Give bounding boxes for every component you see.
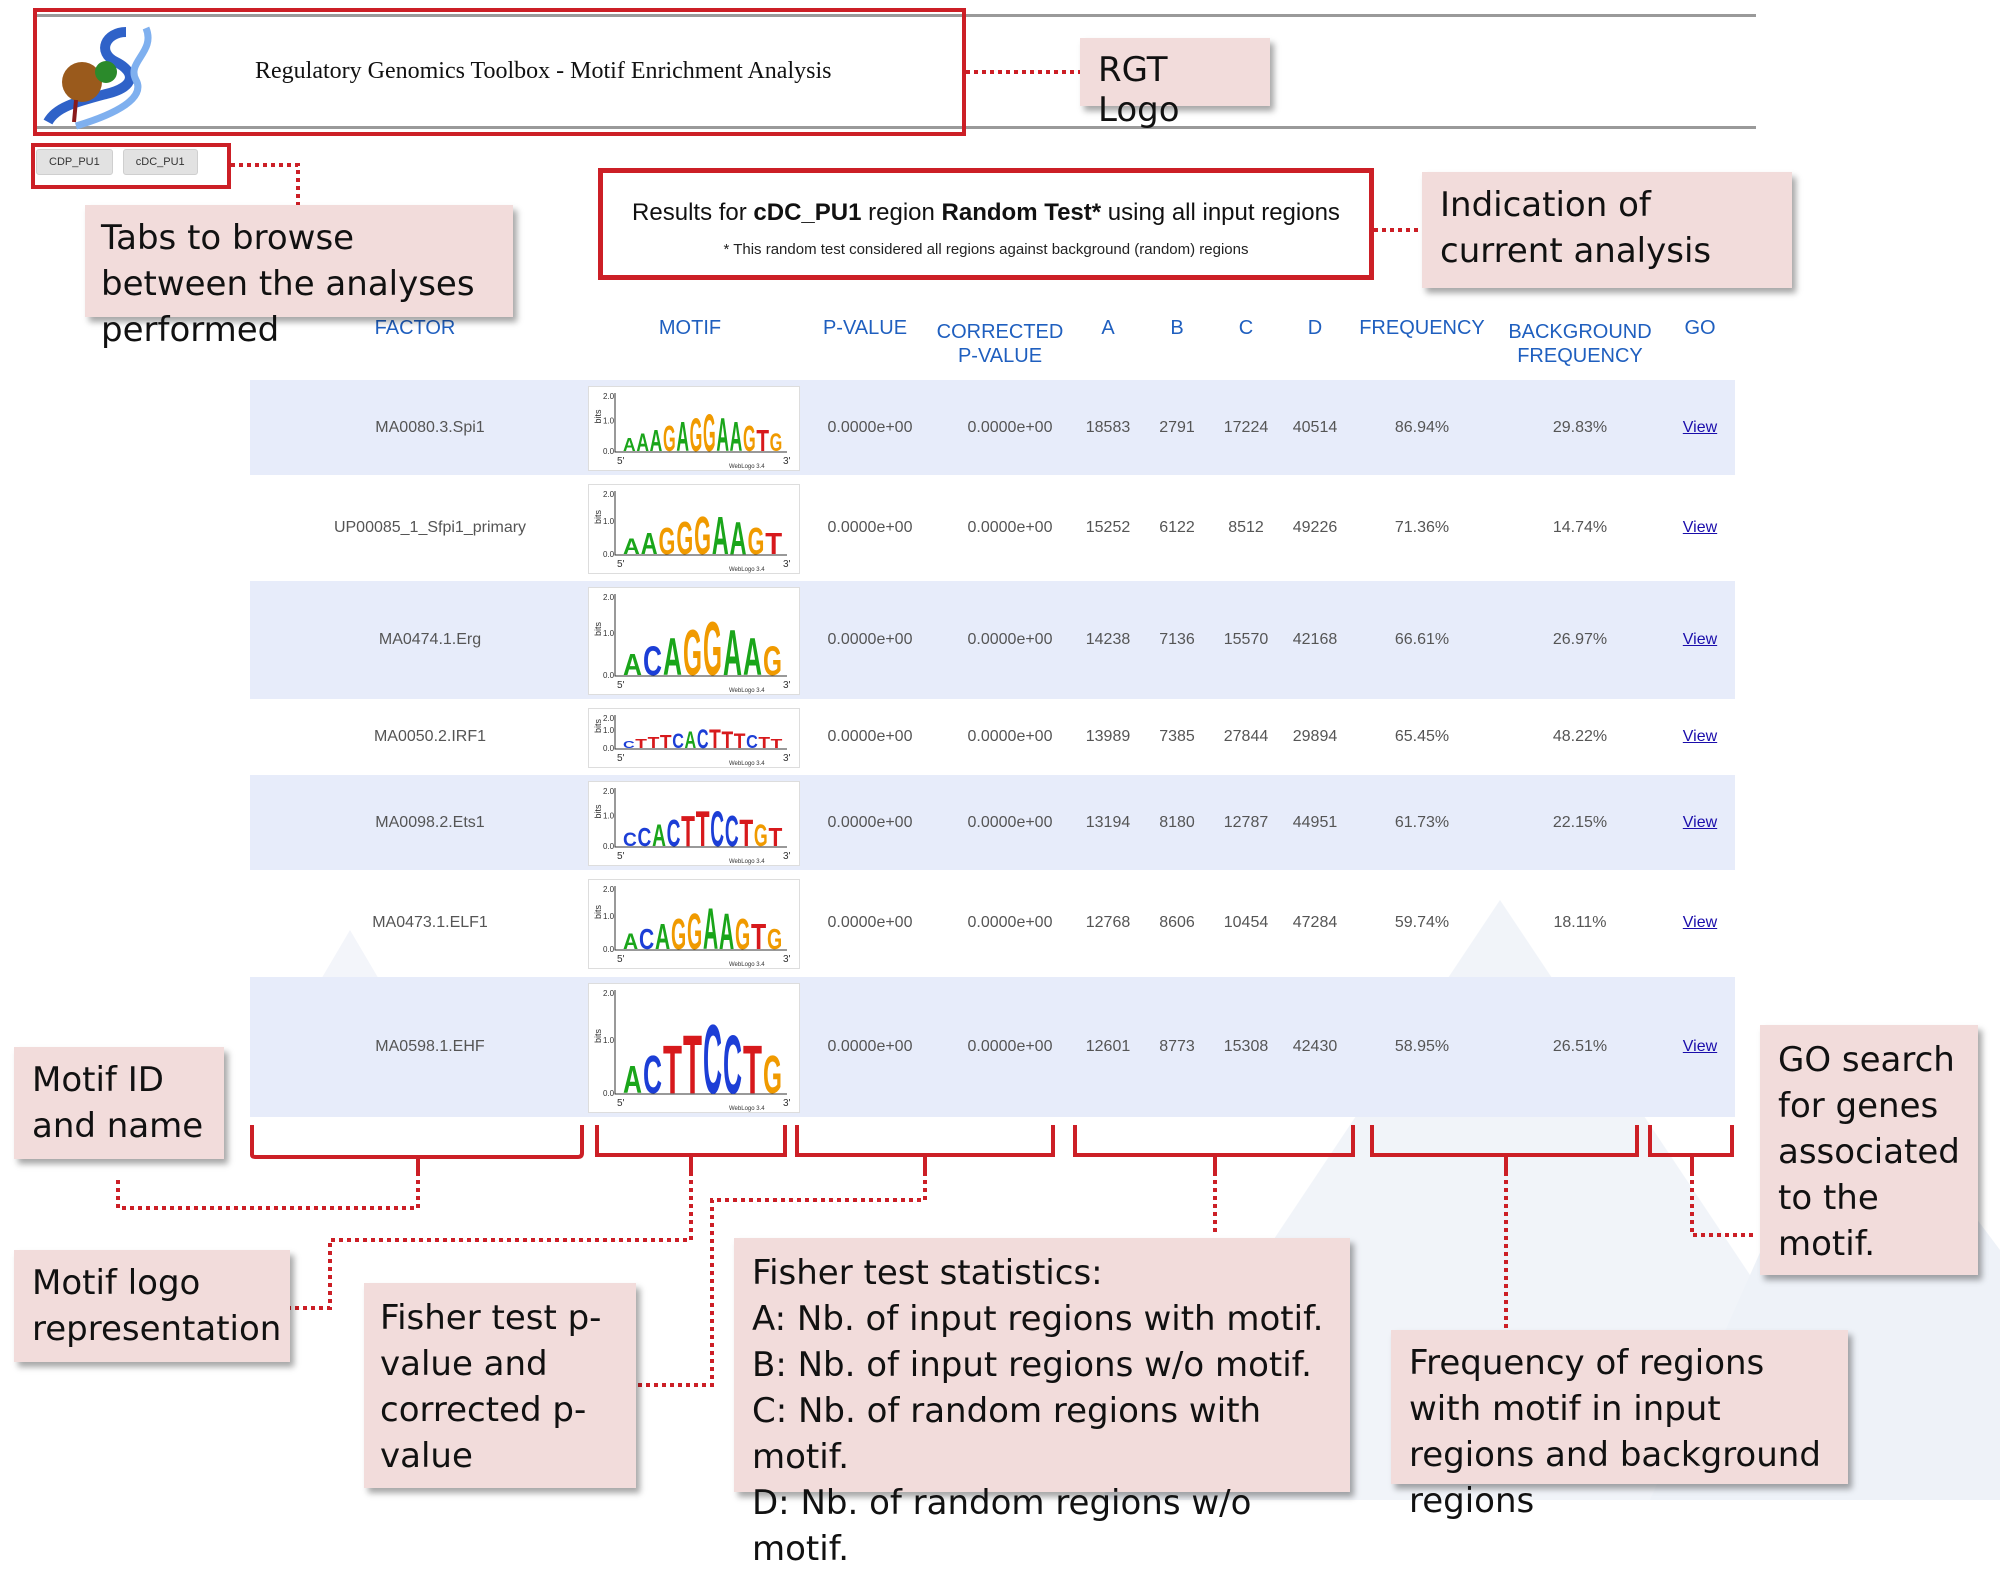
callout-motif-logo: Motif logo representation	[14, 1250, 290, 1362]
callout-current-analysis: Indication of current analysis	[1422, 172, 1792, 288]
callout-fisher-stats-c: C: Nb. of random regions with motif.	[752, 1391, 1262, 1477]
callout-frequency: Frequency of regions with motif in input…	[1391, 1330, 1848, 1521]
callout-fisher-pvalue: Fisher test p-value and corrected p-valu…	[364, 1283, 636, 1488]
callout-motif-logo-text: Motif logo representation	[32, 1263, 282, 1349]
callout-rgt-logo-text: RGT Logo	[1098, 50, 1180, 130]
callout-rgt-logo: RGT Logo	[1080, 38, 1270, 130]
callout-go: GO search for genes associated to the mo…	[1760, 1025, 1978, 1275]
callout-fisher-stats-d: D: Nb. of random regions w/o motif.	[752, 1483, 1252, 1569]
callout-fisher-stats-title: Fisher test statistics:	[752, 1253, 1103, 1293]
callout-go-text: GO search for genes associated to the mo…	[1778, 1040, 1960, 1264]
callout-motif-id: Motif ID and name	[14, 1047, 224, 1159]
callout-motif-id-text: Motif ID and name	[32, 1060, 204, 1146]
callout-fisher-stats-a: A: Nb. of input regions with motif.	[752, 1299, 1324, 1339]
callout-fisher-stats: Fisher test statistics: A: Nb. of input …	[734, 1238, 1350, 1569]
callout-fisher-stats-b: B: Nb. of input regions w/o motif.	[752, 1345, 1312, 1385]
callout-current-text: Indication of current analysis	[1440, 185, 1712, 271]
callout-fisher-pvalue-text: Fisher test p-value and corrected p-valu…	[380, 1298, 602, 1476]
callout-tabs: Tabs to browse between the analyses perf…	[85, 205, 513, 350]
